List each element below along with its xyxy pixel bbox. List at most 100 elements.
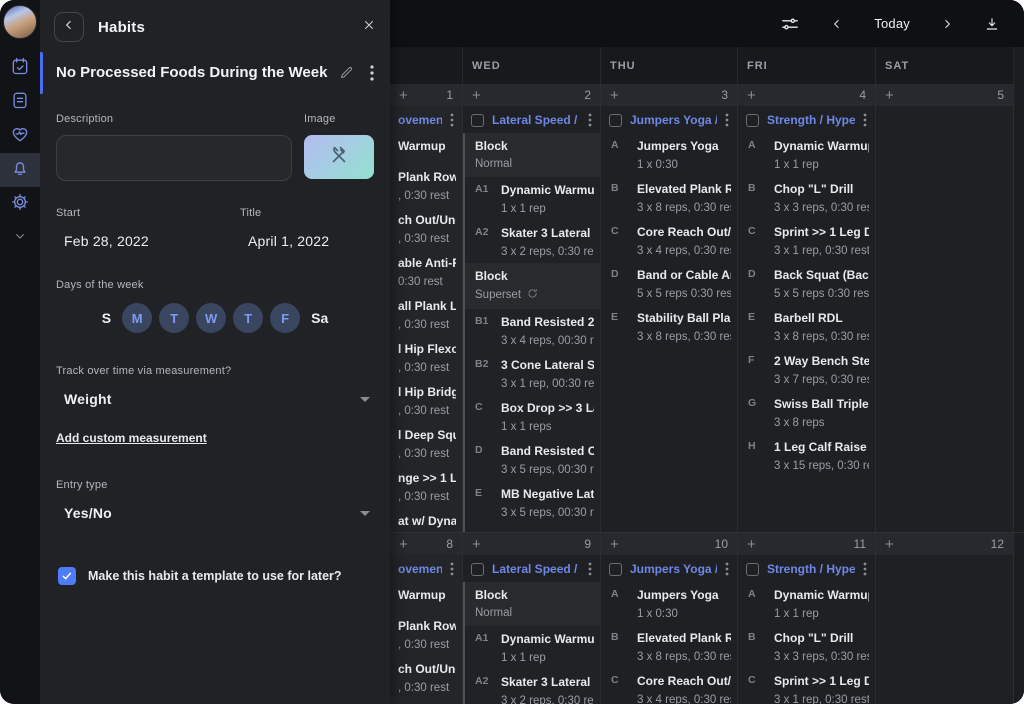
kebab-menu-icon[interactable] xyxy=(450,562,454,576)
workout-sections: AJumpers Yoga1 x 0:30BElevated Plank Row… xyxy=(601,133,737,532)
add-workout-button[interactable]: + xyxy=(472,88,481,103)
week-row: +1ovement Q...WarmupPlank Row, 0:30 rest… xyxy=(390,84,1024,532)
day-chip-selected[interactable]: F xyxy=(270,303,300,333)
sidebar-item-settings[interactable] xyxy=(0,187,40,221)
workout-checkbox[interactable] xyxy=(609,563,622,576)
kebab-menu-icon[interactable] xyxy=(725,113,729,127)
sidebar-item-documents[interactable] xyxy=(0,85,40,119)
day-name-cell xyxy=(390,47,463,84)
start-label: Start xyxy=(56,207,240,219)
sidebar-item-health[interactable] xyxy=(0,119,40,153)
description-input[interactable] xyxy=(56,135,292,181)
exercise-name: Warmup xyxy=(398,588,456,602)
sidebar-item-notifications[interactable] xyxy=(0,153,40,187)
workout-checkbox[interactable] xyxy=(746,114,759,127)
workout-title-link[interactable]: Strength / Hypertro... xyxy=(767,113,855,127)
next-week-button[interactable] xyxy=(940,17,954,31)
block-type-text: Superset xyxy=(475,289,521,301)
workout-title-link[interactable]: Lateral Speed / Plyo xyxy=(492,113,580,127)
exercise-detail: , 0:30 rest xyxy=(398,405,456,417)
exercise-tag: F xyxy=(748,354,774,368)
day-number: 2 xyxy=(584,88,591,102)
exercise-name: Elevated Plank Row xyxy=(637,631,731,645)
exercise-name: ch Out/Under xyxy=(398,662,456,676)
download-icon[interactable] xyxy=(984,16,1000,32)
sidebar-item-calendar[interactable] xyxy=(0,51,40,85)
workout-title-link[interactable]: ovement Q... xyxy=(398,113,442,127)
workout-title-link[interactable]: Strength / Hypertro... xyxy=(767,562,855,576)
add-workout-button[interactable]: + xyxy=(610,537,619,552)
workout-title-link[interactable]: Jumpers Yoga / Core xyxy=(630,562,717,576)
close-button[interactable] xyxy=(362,18,376,37)
user-avatar[interactable] xyxy=(3,5,37,39)
day-cell: +12 xyxy=(876,533,1014,704)
day-chip-selected[interactable]: T xyxy=(233,303,263,333)
add-workout-button[interactable]: + xyxy=(610,88,619,103)
add-workout-button[interactable]: + xyxy=(472,537,481,552)
exercise-detail: 3 x 8 reps, 0:30 rest xyxy=(637,202,731,214)
sidebar-expand[interactable] xyxy=(0,221,40,255)
day-chip-selected[interactable]: W xyxy=(196,303,226,333)
template-checkbox[interactable] xyxy=(58,567,76,585)
add-workout-button[interactable]: + xyxy=(747,88,756,103)
kebab-menu-icon[interactable] xyxy=(370,65,374,81)
block-header: BlockNormal xyxy=(465,133,600,177)
exercise-row: Warmup xyxy=(390,133,462,164)
edit-pencil-icon[interactable] xyxy=(339,65,354,80)
workout-checkbox[interactable] xyxy=(746,563,759,576)
habit-image-tile[interactable] xyxy=(304,135,374,179)
exercise-name: Dynamic Warmup xyxy=(501,632,594,646)
prev-week-button[interactable] xyxy=(830,17,844,31)
exercise-detail: 3 x 1 rep, 0:30 rest xyxy=(774,245,869,257)
add-workout-button[interactable]: + xyxy=(885,537,894,552)
exercise-tag: B xyxy=(611,631,637,645)
exercise-detail: , 0:30 rest xyxy=(398,682,456,694)
exercise-tag: A xyxy=(611,588,637,602)
kebab-menu-icon[interactable] xyxy=(863,113,867,127)
day-chip[interactable]: S xyxy=(98,303,115,333)
workout-title-row: ovement Q... xyxy=(390,106,462,133)
day-cell-header: +1 xyxy=(390,84,462,106)
add-workout-button[interactable]: + xyxy=(885,88,894,103)
entry-type-select[interactable]: Yes/No xyxy=(56,505,374,521)
kebab-menu-icon[interactable] xyxy=(588,113,592,127)
exercise-detail: 1 x 0:30 xyxy=(637,159,731,171)
workout-card: Jumpers Yoga / CoreAJumpers Yoga1 x 0:30… xyxy=(601,555,737,704)
workout-title-link[interactable]: Lateral Speed / Plyo xyxy=(492,562,580,576)
bell-icon xyxy=(10,158,30,183)
exercise-name: Core Reach Out/Under xyxy=(637,225,731,239)
day-chip-selected[interactable]: M xyxy=(122,303,152,333)
workout-card: Lateral Speed / PlyoBlockNormalA1Dynamic… xyxy=(463,555,600,704)
add-workout-button[interactable]: + xyxy=(747,537,756,552)
workout-checkbox[interactable] xyxy=(609,114,622,127)
measurement-select[interactable]: Weight xyxy=(56,391,374,407)
filter-sliders-icon[interactable] xyxy=(780,16,800,32)
day-chip[interactable]: Sa xyxy=(307,303,332,333)
day-chip-selected[interactable]: T xyxy=(159,303,189,333)
workout-checkbox[interactable] xyxy=(471,563,484,576)
back-button[interactable] xyxy=(54,12,84,42)
kebab-menu-icon[interactable] xyxy=(450,113,454,127)
kebab-menu-icon[interactable] xyxy=(863,562,867,576)
workout-title-link[interactable]: ovement Q... xyxy=(398,562,442,576)
kebab-menu-icon[interactable] xyxy=(725,562,729,576)
exercise-tag: C xyxy=(475,401,501,415)
chevron-down-icon xyxy=(12,228,28,249)
exercise-tag: A1 xyxy=(475,632,501,646)
kebab-menu-icon[interactable] xyxy=(588,562,592,576)
workout-checkbox[interactable] xyxy=(471,114,484,127)
exercise-name: 2 Way Bench Step Up xyxy=(774,354,869,368)
exercise-name: Band or Cable Anti Rotati... xyxy=(637,268,731,282)
add-workout-button[interactable]: + xyxy=(399,88,408,103)
exercise-row: ch Out/Under , 0:30 rest xyxy=(390,656,462,699)
add-workout-button[interactable]: + xyxy=(399,537,408,552)
today-button[interactable]: Today xyxy=(874,16,910,31)
start-date-value[interactable]: Feb 28, 2022 xyxy=(56,233,240,249)
exercise-row: BElevated Plank Row3 x 8 reps, 0:30 rest xyxy=(601,625,737,668)
block-type-text: Normal xyxy=(475,158,512,170)
day-cell-body: ovement Q...WarmupPlank Row, 0:30 restch… xyxy=(390,106,462,532)
workout-title-link[interactable]: Jumpers Yoga / Core xyxy=(630,113,717,127)
end-date-value[interactable]: April 1, 2022 xyxy=(240,233,374,249)
exercise-name: Band Resisted Crossover... xyxy=(501,444,594,458)
add-custom-measurement-link[interactable]: Add custom measurement xyxy=(56,431,207,445)
